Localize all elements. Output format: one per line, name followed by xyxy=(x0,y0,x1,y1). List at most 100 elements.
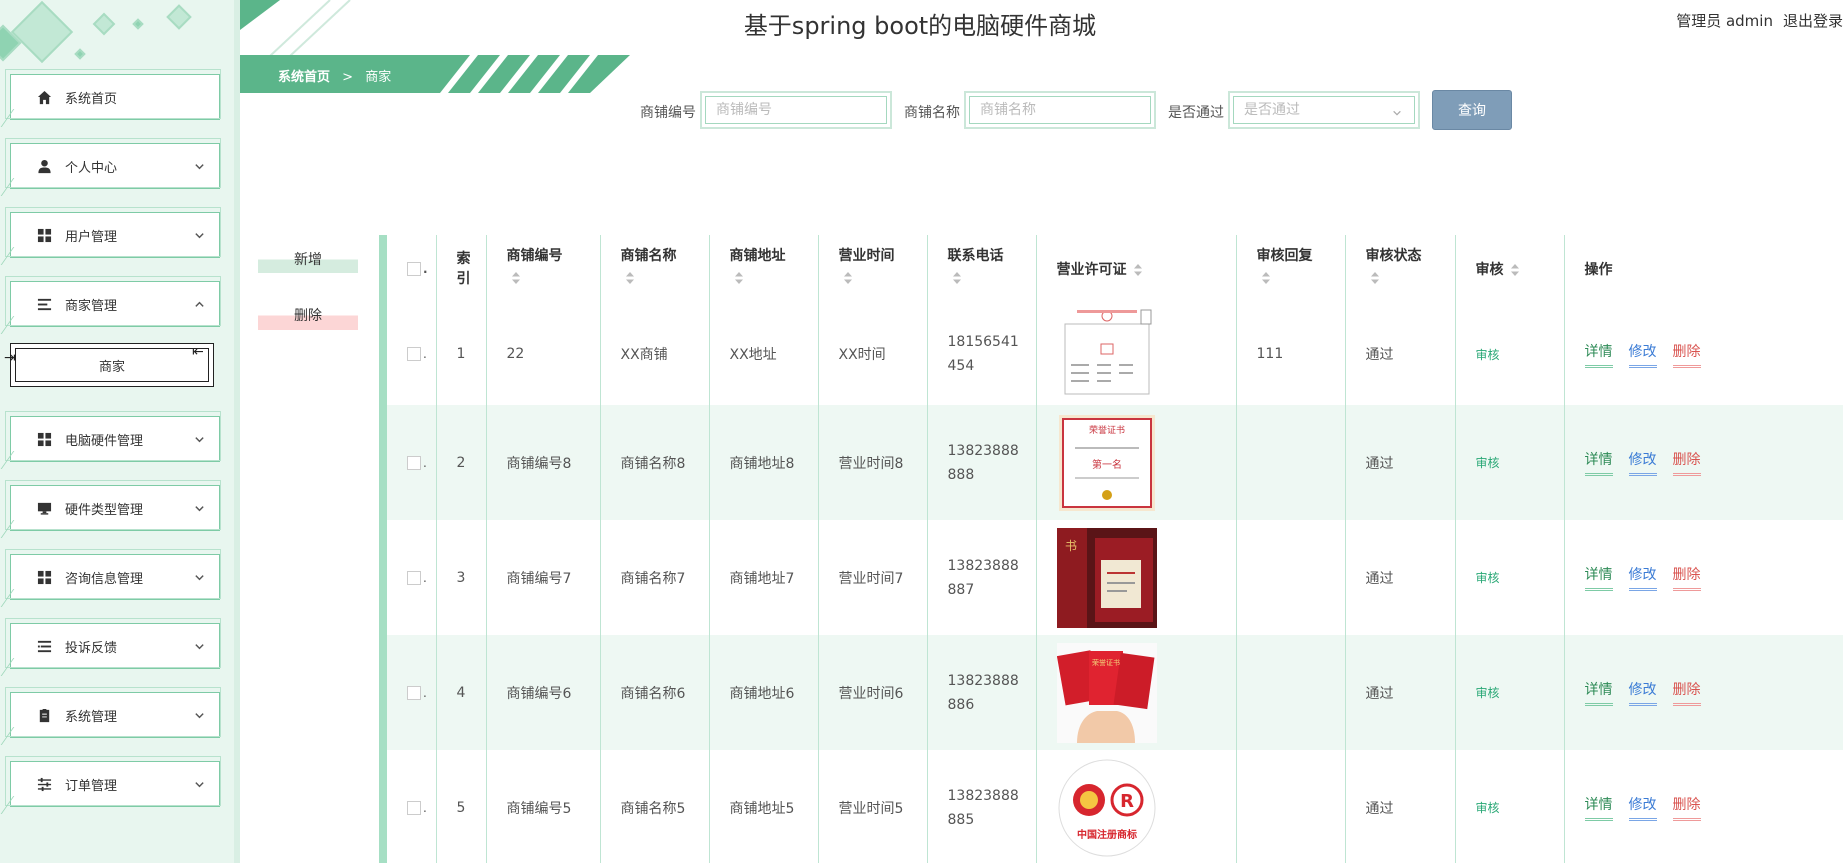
sidebar-item-system-management[interactable]: 系统管理 xyxy=(5,687,221,738)
registered-trademark-seal-image[interactable]: R 中国注册商标 xyxy=(1057,758,1157,858)
cell-operations: 详情 修改 删除 xyxy=(1563,520,1843,635)
sidebar-item-label: 商家管理 xyxy=(65,298,118,314)
sidebar-item-order-management[interactable]: 订单管理 xyxy=(5,756,221,807)
breadcrumb-home[interactable]: 系统首页 xyxy=(278,70,330,85)
col-license[interactable]: 营业许可证 xyxy=(1035,235,1236,303)
row-checkbox[interactable] xyxy=(407,455,421,470)
shop-no-field-frame xyxy=(700,91,892,129)
col-phone[interactable]: 联系电话 xyxy=(926,235,1036,303)
cell-shop-name: 商铺名称6 xyxy=(599,635,709,750)
add-button[interactable]: 新增 xyxy=(258,243,358,273)
sidebar-item-personal-center[interactable]: 个人中心 xyxy=(5,138,221,189)
cell-index: 5 xyxy=(435,750,486,863)
seal-caption: 中国注册商标 xyxy=(1077,828,1137,841)
delete-row-button[interactable]: 删除 xyxy=(1672,679,1701,706)
cell-hours: 营业时间6 xyxy=(817,635,927,750)
shop-name-input[interactable] xyxy=(969,96,1151,124)
grid-icon xyxy=(35,226,53,244)
sort-icon[interactable] xyxy=(952,271,962,285)
edit-button[interactable]: 修改 xyxy=(1628,679,1657,706)
user-role-label: 管理员 admin xyxy=(1676,12,1773,30)
logout-link[interactable]: 退出登录 xyxy=(1783,12,1843,30)
detail-button[interactable]: 详情 xyxy=(1584,564,1613,591)
sidebar-item-consult-management[interactable]: 咨询信息管理 xyxy=(5,549,221,600)
decor-square xyxy=(92,12,116,36)
col-business-hours[interactable]: 营业时间 xyxy=(817,235,927,303)
sort-icon[interactable] xyxy=(625,271,635,285)
detail-button[interactable]: 详情 xyxy=(1584,449,1613,476)
sidebar-item-home[interactable]: 系统首页 xyxy=(5,69,221,120)
certificate-document-image[interactable] xyxy=(1057,304,1157,404)
delete-row-button[interactable]: 删除 xyxy=(1672,341,1701,368)
sort-icon[interactable] xyxy=(1370,271,1380,285)
row-checkbox[interactable] xyxy=(407,347,421,361)
sort-icon[interactable] xyxy=(734,271,744,285)
phone-part: 13823888 xyxy=(947,442,1019,459)
sidebar-item-hardware-management[interactable]: 电脑硬件管理 xyxy=(5,411,221,462)
edit-button[interactable]: 修改 xyxy=(1628,449,1657,476)
red-award-book-image[interactable]: 书 xyxy=(1056,527,1157,628)
edit-button[interactable]: 修改 xyxy=(1628,794,1657,821)
sidebar-item-merchant-management[interactable]: 商家管理 xyxy=(5,276,221,327)
table-row: . 2 商铺编号8 商铺名称8 商铺地址8 营业时间8 13823888 888 … xyxy=(387,405,1843,520)
delete-button[interactable]: 删除 xyxy=(258,298,358,330)
delete-row-button[interactable]: 删除 xyxy=(1672,449,1701,476)
shop-name-label: 商铺名称 xyxy=(904,105,960,121)
query-button[interactable]: 查询 xyxy=(1432,90,1512,130)
passed-field-frame xyxy=(1228,91,1420,129)
sort-icon[interactable] xyxy=(511,271,521,285)
row-checkbox[interactable] xyxy=(407,570,421,585)
col-shop-name[interactable]: 商铺名称 xyxy=(599,235,709,303)
sort-icon[interactable] xyxy=(1133,263,1143,277)
cell-audit: 审核 xyxy=(1454,520,1564,635)
col-operations: 操作 xyxy=(1563,235,1843,303)
breadcrumb-text: 系统首页 > 商家 xyxy=(278,66,391,85)
decor-square xyxy=(132,18,144,30)
edit-button[interactable]: 修改 xyxy=(1628,564,1657,591)
col-label: 商铺地址 xyxy=(729,248,786,264)
audit-link[interactable]: 审核 xyxy=(1476,456,1500,470)
cell-audit-reply xyxy=(1235,520,1345,635)
sidebar-item-label: 投诉反馈 xyxy=(65,640,118,656)
sort-icon[interactable] xyxy=(1261,271,1271,285)
audit-link[interactable]: 审核 xyxy=(1476,801,1500,815)
phone-part: 888 xyxy=(947,466,975,483)
cell-audit-status: 通过 xyxy=(1344,405,1455,520)
detail-button[interactable]: 详情 xyxy=(1584,341,1613,368)
col-audit[interactable]: 审核 xyxy=(1454,235,1564,303)
audit-link[interactable]: 审核 xyxy=(1476,348,1500,362)
select-all-checkbox[interactable] xyxy=(407,262,421,276)
col-audit-reply[interactable]: 审核回复 xyxy=(1235,235,1345,303)
honor-certificate-image[interactable]: 荣誉证书 第一名 xyxy=(1057,413,1157,513)
col-shop-no[interactable]: 商铺编号 xyxy=(485,235,600,303)
sidebar-item-complaint-feedback[interactable]: 投诉反馈 xyxy=(5,618,221,669)
row-checkbox[interactable] xyxy=(407,800,421,815)
sort-icon[interactable] xyxy=(1510,263,1520,277)
sidebar-subitem-merchant[interactable]: 商家 xyxy=(10,343,214,387)
col-audit-status[interactable]: 审核状态 xyxy=(1344,235,1455,303)
sidebar-item-user-management[interactable]: 用户管理 xyxy=(5,207,221,258)
delete-row-button[interactable]: 删除 xyxy=(1672,794,1701,821)
checkbox-dot: . xyxy=(423,570,427,585)
audit-link[interactable]: 审核 xyxy=(1476,571,1500,585)
cell-address: 商铺地址7 xyxy=(708,520,818,635)
passed-select[interactable] xyxy=(1233,96,1415,124)
delete-row-button[interactable]: 删除 xyxy=(1672,564,1701,591)
shop-no-input[interactable] xyxy=(705,96,887,124)
sidebar-item-hardware-type-management[interactable]: 硬件类型管理 xyxy=(5,480,221,531)
detail-button[interactable]: 详情 xyxy=(1584,794,1613,821)
checkbox-dot: . xyxy=(423,685,427,700)
clipboard-icon xyxy=(35,706,53,724)
row-checkbox[interactable] xyxy=(407,685,421,700)
sort-icon[interactable] xyxy=(843,271,853,285)
home-icon xyxy=(35,88,53,106)
audit-link[interactable]: 审核 xyxy=(1476,686,1500,700)
red-booklets-in-hand-image[interactable]: 荣誉证书 xyxy=(1056,642,1157,743)
cell-index: 3 xyxy=(435,520,486,635)
chevron-down-icon xyxy=(191,569,207,585)
col-shop-address[interactable]: 商铺地址 xyxy=(708,235,818,303)
edit-button[interactable]: 修改 xyxy=(1628,341,1657,368)
user-area: 管理员 admin 退出登录 xyxy=(1666,10,1843,31)
detail-button[interactable]: 详情 xyxy=(1584,679,1613,706)
sidebar-item-label: 硬件类型管理 xyxy=(65,502,144,518)
